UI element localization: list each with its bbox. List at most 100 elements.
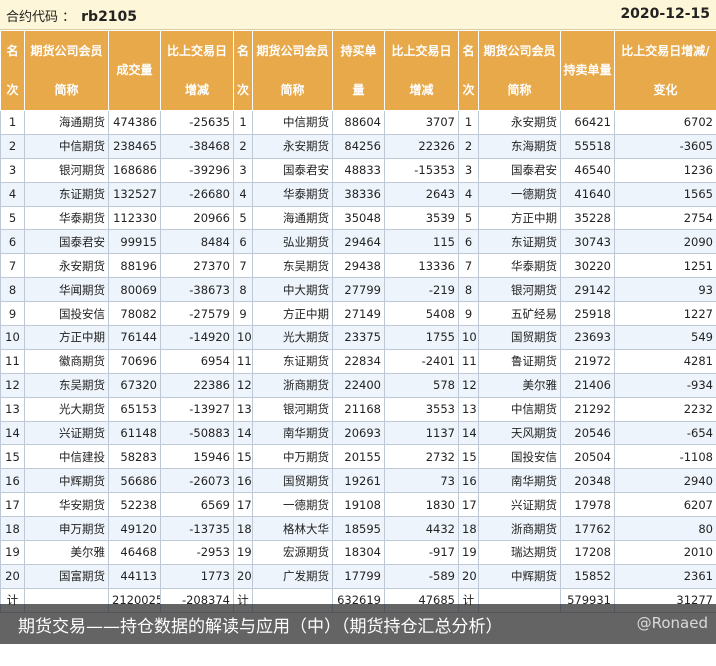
long-change-cell: 73 xyxy=(384,468,459,494)
table-row: 15 中信建投 58283 15946 15 中万期货 20155 2732 15 国投安信 205… xyxy=(0,444,716,470)
watermark: @Ronaed xyxy=(636,614,708,632)
short-change-cell: 2361 xyxy=(614,563,716,589)
member-name-cell: 永安期货 xyxy=(478,110,561,135)
member-name-cell: 一德期货 xyxy=(252,492,333,518)
member-name-cell: 海通期货 xyxy=(252,205,333,231)
long-position-cell: 19261 xyxy=(332,468,385,494)
long-change-cell: 3553 xyxy=(384,396,459,422)
volume-change-cell: 6569 xyxy=(160,492,234,518)
rank-cell: 6 xyxy=(0,229,25,255)
rank-cell: 6 xyxy=(233,229,253,255)
short-change-cell: -654 xyxy=(614,420,716,446)
col-header: 期货公司会员简称 xyxy=(252,30,333,111)
member-name-cell: 中信建投 xyxy=(24,444,109,470)
volume-change-cell: -26680 xyxy=(160,181,234,207)
col-header: 比上交易日增减/变化 xyxy=(614,30,716,111)
volume-change-cell: -25635 xyxy=(160,110,234,135)
member-name-cell: 永安期货 xyxy=(24,253,109,279)
rank-cell: 7 xyxy=(0,253,25,279)
long-change-cell: 578 xyxy=(384,372,459,398)
rank-cell: 17 xyxy=(233,492,253,518)
member-name-cell: 东海期货 xyxy=(478,133,561,159)
short-position-cell: 17978 xyxy=(560,492,615,518)
table-row: 3 银河期货 168686 -39296 3 国泰君安 48833 -15353 3 国泰君安 46… xyxy=(0,157,716,183)
table-row: 12 东吴期货 67320 22386 12 浙商期货 22400 578 12 美尔雅 21406… xyxy=(0,372,716,398)
member-name-cell: 银河期货 xyxy=(24,157,109,183)
short-change-cell: 4281 xyxy=(614,348,716,374)
volume-cell: 52238 xyxy=(108,492,161,518)
member-name-cell: 广发期货 xyxy=(252,563,333,589)
long-position-cell: 21168 xyxy=(332,396,385,422)
volume-change-cell: -2953 xyxy=(160,540,234,565)
rank-cell: 15 xyxy=(0,444,25,470)
rank-cell: 3 xyxy=(458,157,479,183)
member-name-cell: 方正中期 xyxy=(252,301,333,327)
rank-cell: 14 xyxy=(458,420,479,446)
short-position-cell: 21972 xyxy=(560,348,615,374)
member-name-cell: 光大期货 xyxy=(252,325,333,350)
member-name-cell: 弘业期货 xyxy=(252,229,333,255)
table-row: 11 徽商期货 70696 6954 11 东证期货 22834 -2401 11 鲁证期货 219… xyxy=(0,348,716,374)
volume-change-cell: 15946 xyxy=(160,444,234,470)
table-row: 2 中信期货 238465 -38468 2 永安期货 84256 22326 2 东海期货 555… xyxy=(0,133,716,159)
short-change-cell: 1565 xyxy=(614,181,716,207)
rank-cell: 3 xyxy=(233,157,253,183)
rank-cell: 18 xyxy=(233,516,253,542)
rank-cell: 1 xyxy=(458,110,479,135)
long-position-cell: 27149 xyxy=(332,301,385,327)
long-position-cell: 35048 xyxy=(332,205,385,231)
member-name-cell: 海通期货 xyxy=(24,110,109,135)
long-change-cell: 22326 xyxy=(384,133,459,159)
volume-change-cell: 22386 xyxy=(160,372,234,398)
rank-cell: 4 xyxy=(233,181,253,207)
rank-cell: 2 xyxy=(0,133,25,159)
long-change-cell: 4432 xyxy=(384,516,459,542)
member-name-cell: 中万期货 xyxy=(252,444,333,470)
short-change-cell: 2940 xyxy=(614,468,716,494)
member-name-cell: 国投安信 xyxy=(478,444,561,470)
member-name-cell: 国泰君安 xyxy=(252,157,333,183)
volume-cell: 44113 xyxy=(108,563,161,589)
long-change-cell: 1137 xyxy=(384,420,459,446)
member-name-cell: 浙商期货 xyxy=(478,516,561,542)
volume-cell: 168686 xyxy=(108,157,161,183)
rank-cell: 5 xyxy=(458,205,479,231)
col-header: 名次 xyxy=(0,30,25,111)
table-row: 19 美尔雅 46468 -2953 19 宏源期货 18304 -917 19 瑞达期货 1720… xyxy=(0,540,716,565)
short-position-cell: 66421 xyxy=(560,110,615,135)
table-row: 14 兴证期货 61148 -50883 14 南华期货 20693 1137 14 天风期货 20… xyxy=(0,420,716,446)
rank-cell: 5 xyxy=(0,205,25,231)
long-change-cell: 3707 xyxy=(384,110,459,135)
caption-banner: 期货交易——持仓数据的解读与应用（中）（期货持仓汇总分析） @Ronaed xyxy=(0,604,716,644)
long-change-cell: 5408 xyxy=(384,301,459,327)
table-row: 17 华安期货 52238 6569 17 一德期货 19108 1830 17 兴证期货 1797… xyxy=(0,492,716,518)
member-name-cell: 东证期货 xyxy=(478,229,561,255)
rank-cell: 5 xyxy=(233,205,253,231)
short-position-cell: 30220 xyxy=(560,253,615,279)
rank-cell: 10 xyxy=(458,325,479,350)
long-position-cell: 29464 xyxy=(332,229,385,255)
table-row: 20 国富期货 44113 1773 20 广发期货 17799 -589 20 中辉期货 1585… xyxy=(0,563,716,589)
rank-cell: 2 xyxy=(233,133,253,159)
long-change-cell: 1830 xyxy=(384,492,459,518)
volume-cell: 238465 xyxy=(108,133,161,159)
volume-cell: 474386 xyxy=(108,110,161,135)
table-row: 1 海通期货 474386 -25635 1 中信期货 88604 3707 1 永安期货 6642… xyxy=(0,110,716,135)
member-name-cell: 华泰期货 xyxy=(252,181,333,207)
rank-cell: 18 xyxy=(0,516,25,542)
long-position-cell: 18595 xyxy=(332,516,385,542)
volume-cell: 67320 xyxy=(108,372,161,398)
table-row: 5 华泰期货 112330 20966 5 海通期货 35048 3539 5 方正中期 35228… xyxy=(0,205,716,231)
rank-cell: 14 xyxy=(0,420,25,446)
long-position-cell: 38336 xyxy=(332,181,385,207)
short-change-cell: -1108 xyxy=(614,444,716,470)
long-position-cell: 20155 xyxy=(332,444,385,470)
rank-cell: 4 xyxy=(0,181,25,207)
long-position-cell: 17799 xyxy=(332,563,385,589)
member-name-cell: 华泰期货 xyxy=(24,205,109,231)
short-position-cell: 25918 xyxy=(560,301,615,327)
table-row: 7 永安期货 88196 27370 7 东吴期货 29438 13336 7 华泰期货 30220… xyxy=(0,253,716,279)
volume-change-cell: -26073 xyxy=(160,468,234,494)
long-position-cell: 18304 xyxy=(332,540,385,565)
ranking-table: 名次 期货公司会员简称 成交量 比上交易日增减 名次 期货公司会员简称 持买单量… xyxy=(0,30,716,613)
